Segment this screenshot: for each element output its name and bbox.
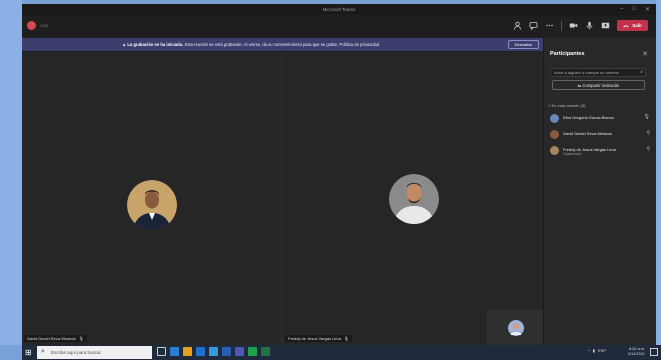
file-explorer-icon[interactable]	[183, 347, 192, 356]
participants-icon[interactable]	[513, 21, 522, 30]
chat-icon[interactable]	[529, 21, 538, 31]
desktop-edge-right	[656, 0, 661, 345]
windows-start-icon[interactable]: ⊞	[25, 348, 32, 357]
notifications-icon[interactable]	[650, 348, 658, 356]
maximize-button[interactable]: □	[632, 6, 636, 13]
word-icon[interactable]	[222, 347, 231, 356]
avatar	[550, 130, 559, 139]
window-title: Microsoft Teams	[322, 7, 356, 12]
mic-icon: 🎙	[78, 336, 84, 341]
edge-icon[interactable]	[170, 347, 179, 356]
system-tray[interactable]: ^ ▮ ESP	[588, 348, 606, 353]
participant-name: Elba Gregoria Garcia Blanco	[563, 115, 614, 120]
participant-name-tag: Freddy de Jesus Vargas Lima 🎙	[285, 335, 352, 342]
toolbar-divider	[561, 20, 563, 31]
network-icon: ▮	[592, 348, 595, 353]
excel-icon[interactable]	[261, 347, 270, 356]
title-bar: Microsoft Teams – □ ✕	[22, 4, 656, 15]
avatar	[550, 114, 559, 123]
minimize-button[interactable]: –	[620, 6, 623, 13]
share-invitation-button[interactable]: ⇆ Compartir invitación	[552, 80, 645, 90]
task-view-icon[interactable]	[157, 347, 166, 356]
share-invitation-label: Compartir invitación	[582, 83, 620, 88]
banner-title: La grabación se ha iniciado.	[127, 42, 184, 47]
mail-icon[interactable]	[209, 347, 218, 356]
warning-icon: ▲	[122, 42, 127, 47]
participant-tile[interactable]: Freddy de Jesus Vargas Lima 🎙	[283, 52, 543, 345]
self-view[interactable]	[487, 310, 543, 345]
chevron-up-icon: ^	[587, 348, 590, 353]
leave-button-label: Salir	[632, 23, 642, 28]
taskbar-apps	[157, 347, 270, 356]
meeting-toolbar: 1:05 Salir	[22, 15, 656, 37]
banner-text: Esta reunión se está grabando. Al unirse…	[184, 42, 380, 47]
mic-icon: 🎙	[643, 114, 650, 120]
dialpad-icon[interactable]: ⌕	[640, 69, 643, 75]
link-icon: ⇆	[577, 83, 582, 88]
participants-panel: Participantes ✕ Invite a alguien o marqu…	[543, 38, 656, 345]
mic-off-icon: ⚲	[646, 130, 650, 136]
store-icon[interactable]	[196, 347, 205, 356]
taskbar-clock[interactable]: 8:52 a.m. 5/14/2021	[628, 347, 645, 357]
invite-placeholder: Invite a alguien o marque un número	[554, 70, 620, 75]
participant-name-tag: David Daniel Reza Miranda 🎙	[24, 335, 87, 342]
participant-row[interactable]: David Daniel Reza Miranda ⚲	[550, 130, 650, 142]
close-button[interactable]: ✕	[645, 6, 650, 13]
teams-icon[interactable]	[235, 347, 244, 356]
share-screen-icon[interactable]	[601, 21, 610, 30]
invite-input[interactable]: Invite a alguien o marque un número ⌕	[550, 68, 646, 77]
participant-name: David Daniel Reza Miranda	[27, 336, 76, 341]
close-icon[interactable]: ✕	[642, 50, 648, 58]
avatar	[508, 320, 524, 336]
participant-row[interactable]: Elba Gregoria Garcia Blanco 🎙	[550, 114, 650, 126]
section-label: En esta reunión (3)	[551, 103, 586, 108]
mic-icon: 🎙	[343, 336, 349, 341]
leave-button[interactable]: Salir	[617, 20, 648, 31]
spotify-icon[interactable]	[248, 347, 257, 356]
recording-banner: ▲ La grabación se ha iniciado. Esta reun…	[22, 38, 543, 51]
participant-role: Organizador	[563, 152, 582, 156]
section-header[interactable]: ˅ En esta reunión (3)	[548, 103, 586, 108]
dismiss-button[interactable]: Descartar	[507, 40, 539, 49]
phone-hangup-icon	[623, 24, 629, 27]
search-icon: ⌕	[41, 348, 45, 355]
desktop-edge-left	[0, 0, 22, 345]
teams-window: Microsoft Teams – □ ✕ 1:05 Salir ▲ La gr…	[22, 4, 656, 345]
avatar	[550, 146, 559, 155]
language-indicator: ESP	[597, 348, 606, 353]
avatar	[389, 174, 439, 224]
participant-tile[interactable]: David Daniel Reza Miranda 🎙	[22, 52, 281, 345]
participant-row[interactable]: Freddy de Jesus Vargas Lima Organizador …	[550, 146, 650, 158]
recording-icon	[27, 21, 36, 30]
participant-name: David Daniel Reza Miranda	[563, 131, 612, 136]
avatar	[127, 180, 177, 230]
mic-icon[interactable]	[585, 21, 594, 30]
participant-name: Freddy de Jesus Vargas Lima	[288, 336, 341, 341]
taskbar-search-box[interactable]: ⌕ Escribe aquí para buscar	[37, 346, 152, 359]
windows-taskbar: ⊞ ⌕ Escribe aquí para buscar ^ ▮ ESP 8:5…	[22, 345, 661, 360]
more-icon[interactable]	[545, 21, 554, 30]
panel-title: Participantes	[550, 51, 585, 57]
camera-icon[interactable]	[569, 21, 578, 30]
chevron-down-icon: ˅	[548, 103, 551, 108]
meeting-timer: 1:05	[40, 23, 48, 28]
clock-date: 5/14/2021	[628, 352, 645, 356]
video-stage: David Daniel Reza Miranda 🎙 Freddy de Je…	[22, 52, 543, 345]
mic-off-icon: ⚲	[646, 146, 650, 152]
search-placeholder: Escribe aquí para buscar	[51, 350, 102, 355]
